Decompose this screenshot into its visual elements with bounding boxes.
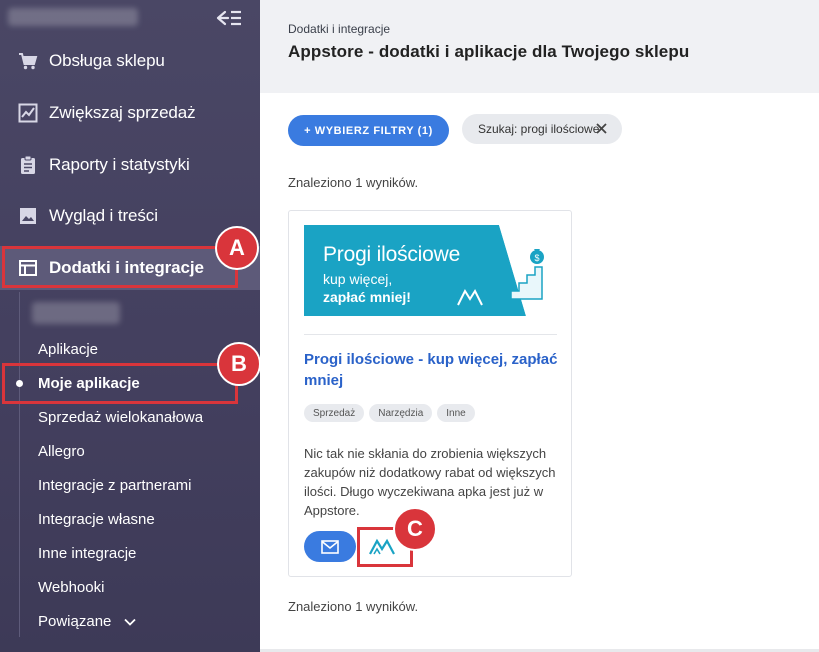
search-filter-chip-label: Szukaj: progi ilościowe (478, 122, 600, 136)
sidebar-item-zwiekszaj-sprzedaz[interactable]: Zwiększaj sprzedaż (0, 91, 260, 135)
sidebar-item-obsluga-sklepu[interactable]: Obsługa sklepu (0, 39, 260, 83)
collapse-sidebar-icon[interactable] (216, 8, 242, 28)
sidebar-item-raporty[interactable]: Raporty i statystyki (0, 143, 260, 187)
breadcrumb[interactable]: Dodatki i integracje (288, 22, 390, 36)
results-count-bottom: Znaleziono 1 wyników. (288, 599, 419, 614)
app-description: Nic tak nie skłania do zrobienia większy… (304, 446, 556, 518)
banner-line-3: zapłać mniej! (323, 289, 411, 305)
mail-icon (321, 539, 339, 554)
page-header: Dodatki i integracje Appstore - dodatki … (260, 0, 819, 93)
app-tags: Sprzedaż Narzędzia Inne (304, 404, 475, 422)
submenu-item-integracje-z-partnerami[interactable]: Integracje z partnerami (38, 477, 191, 494)
submenu-item-integracje-wlasne[interactable]: Integracje własne (38, 511, 155, 528)
app-banner: $ Progi ilościowe kup więcej, zapłać mni… (304, 225, 557, 316)
sidebar-item-label: Zwiększaj sprzedaż (49, 103, 196, 122)
blurred-submenu-heading (32, 302, 120, 324)
app-title-link[interactable]: Progi ilościowe - kup więcej, zapłać mni… (304, 349, 564, 391)
close-icon[interactable] (595, 122, 608, 135)
submenu-item-allegro[interactable]: Allegro (38, 443, 85, 460)
image-icon (18, 206, 38, 226)
tag: Inne (437, 404, 475, 422)
tag: Sprzedaż (304, 404, 365, 422)
blurred-store-name (8, 8, 138, 26)
tag: Narzędzia (369, 404, 433, 422)
banner-line-2: kup więcej, (323, 271, 393, 287)
sidebar-item-label: Wygląd i treści (49, 206, 158, 225)
annotation-marker-a: A (215, 226, 259, 270)
banner-title: Progi ilościowe (323, 243, 461, 266)
sidebar-item-label: Raporty i statystyki (49, 155, 190, 174)
highlight-box-b (2, 363, 238, 404)
annotation-marker-c: C (393, 507, 437, 551)
results-count: Znaleziono 1 wyników. (288, 175, 419, 190)
sidebar-top (0, 0, 260, 36)
main-content: + WYBIERZ FILTRY (1) Szukaj: progi ilośc… (260, 93, 819, 649)
page-title: Appstore - dodatki i aplikacje dla Twoje… (288, 42, 690, 61)
clipboard-icon (18, 155, 38, 175)
annotation-marker-b: B (217, 342, 261, 386)
sidebar-item-label: Obsługa sklepu (49, 51, 165, 70)
svg-text:$: $ (534, 253, 539, 263)
cart-icon (18, 51, 38, 71)
chevron-down-icon (123, 618, 136, 626)
submenu-item-label: Powiązane (38, 613, 112, 630)
choose-filters-button[interactable]: + WYBIERZ FILTRY (1) (288, 115, 449, 146)
sidebar: Obsługa sklepu Zwiększaj sprzedaż Raport… (0, 0, 260, 652)
submenu-item-sprzedaz-wielokanalowa[interactable]: Sprzedaż wielokanałowa (38, 409, 203, 426)
chart-icon (18, 103, 38, 123)
highlight-box-a (2, 246, 238, 288)
submenu-item-powiazane[interactable]: Powiązane (38, 613, 136, 630)
contact-button[interactable] (304, 531, 356, 562)
submenu-rail (19, 292, 20, 637)
submenu-item-inne-integracje[interactable]: Inne integracje (38, 545, 136, 562)
submenu-item-aplikacje[interactable]: Aplikacje (38, 341, 98, 358)
submenu-item-webhooki[interactable]: Webhooki (38, 579, 104, 596)
card-divider (304, 334, 557, 335)
search-filter-chip: Szukaj: progi ilościowe (462, 114, 622, 144)
